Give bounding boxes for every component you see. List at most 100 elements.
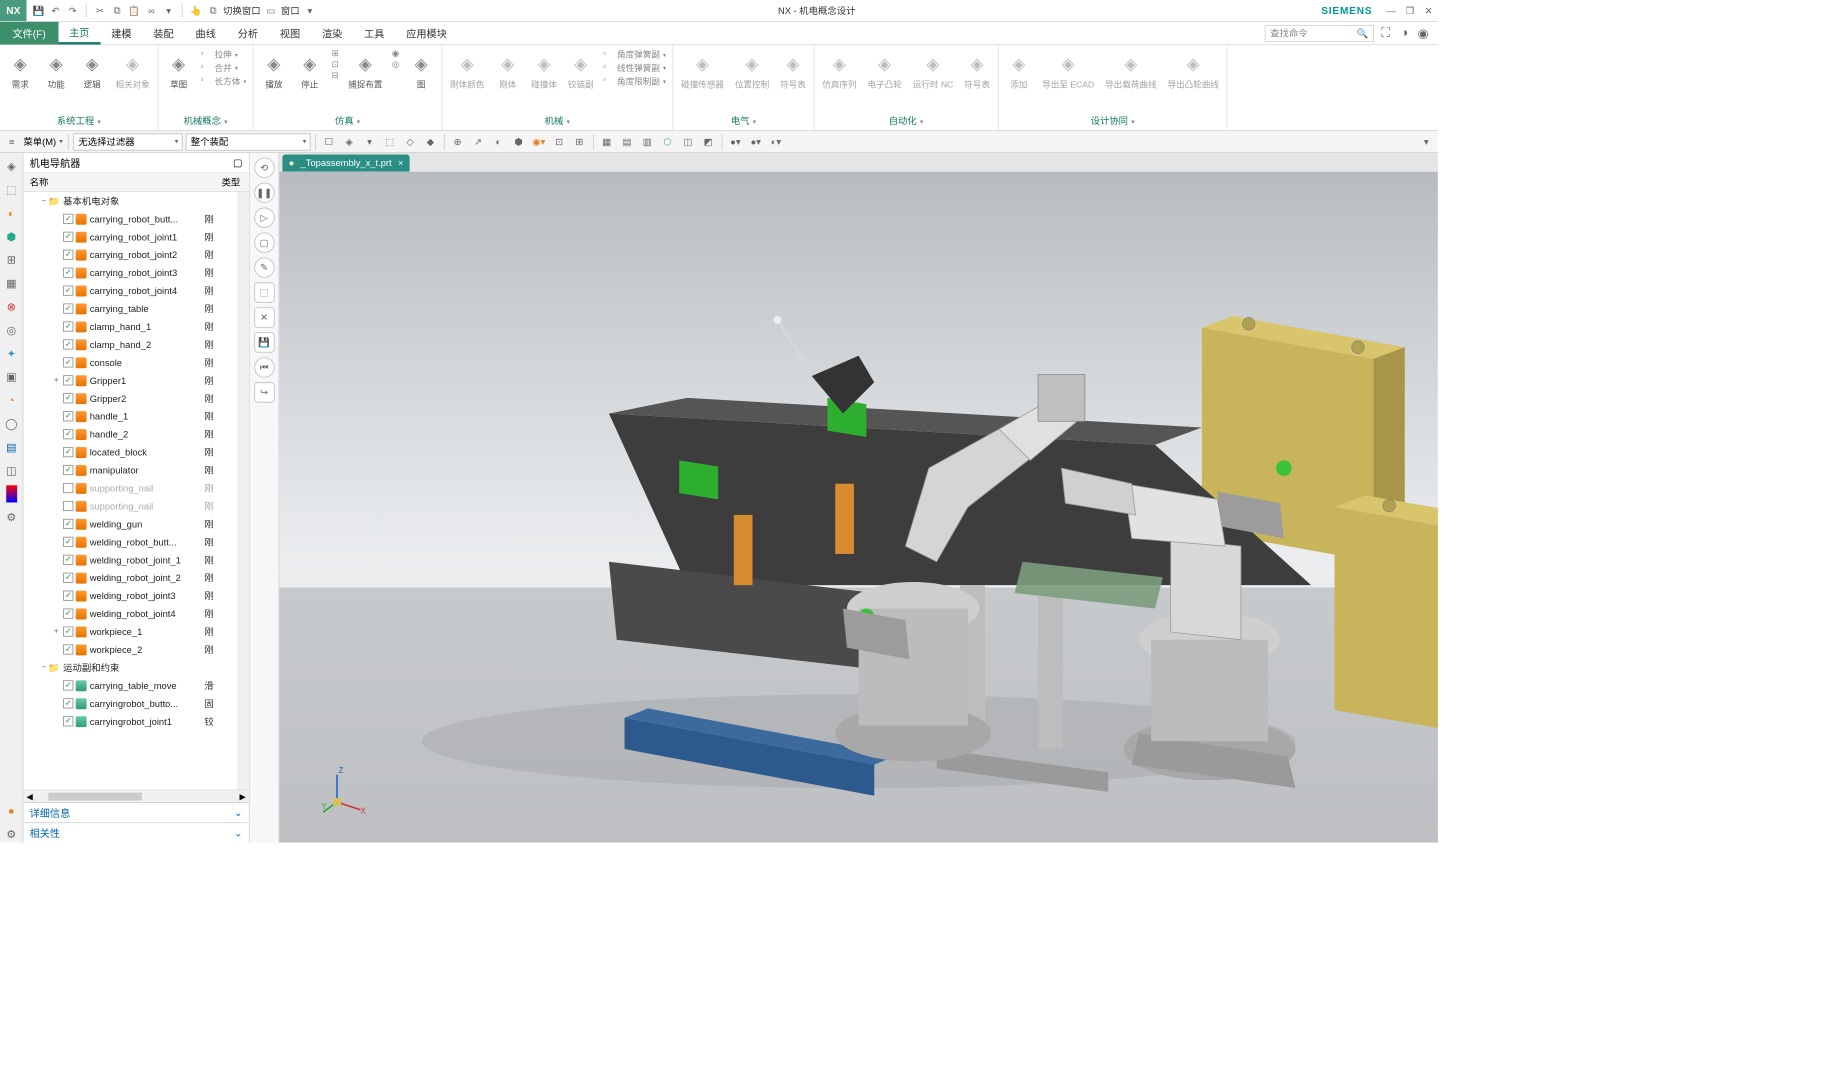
detail-panel-header[interactable]: 详细信息 ⌄ bbox=[23, 802, 248, 822]
tool-icon[interactable]: ◩ bbox=[699, 133, 716, 150]
checkbox[interactable] bbox=[63, 214, 73, 224]
tool-icon[interactable]: ◆ bbox=[422, 133, 439, 150]
touch-icon[interactable]: 👆 bbox=[189, 4, 203, 18]
tree-row[interactable]: carrying_robot_joint3刚 bbox=[23, 264, 237, 282]
ribbon-group-label[interactable]: 系统工程 bbox=[3, 112, 154, 130]
checkbox[interactable] bbox=[63, 680, 73, 690]
tree-row[interactable]: supporting_nail刚 bbox=[23, 497, 237, 515]
rewind-button[interactable]: ⏮ bbox=[254, 357, 274, 377]
file-menu[interactable]: 文件(F) bbox=[0, 22, 58, 45]
tree-row[interactable]: welding_robot_joint_2刚 bbox=[23, 569, 237, 587]
checkbox[interactable] bbox=[63, 555, 73, 565]
ribbon-icon[interactable]: ⊞ bbox=[332, 48, 339, 58]
tool-icon[interactable]: ◇ bbox=[401, 133, 418, 150]
sidebar-icon[interactable]: ▦ bbox=[3, 275, 20, 292]
tree-row[interactable]: clamp_hand_2刚 bbox=[23, 335, 237, 353]
ribbon-small-button[interactable]: ▫角度弹簧副 ▾ bbox=[603, 48, 666, 60]
ribbon-group-label[interactable]: 设计协同 bbox=[1002, 112, 1224, 130]
navigator-dock-icon[interactable]: ▢ bbox=[233, 156, 243, 168]
checkbox[interactable] bbox=[63, 644, 73, 654]
restart-button[interactable]: ⟲ bbox=[254, 158, 274, 178]
tool-icon-dropdown[interactable]: ▾ bbox=[1418, 133, 1435, 150]
fullscreen-icon[interactable]: ⛶ bbox=[1379, 26, 1393, 40]
checkbox[interactable] bbox=[63, 573, 73, 583]
tool-icon[interactable]: ⬢ bbox=[510, 133, 527, 150]
ribbon-group-label[interactable]: 自动化 bbox=[818, 112, 995, 130]
tab-analysis[interactable]: 分析 bbox=[227, 22, 269, 45]
paste-icon[interactable]: 📋 bbox=[127, 4, 141, 18]
checkbox[interactable] bbox=[63, 357, 73, 367]
window-dropdown[interactable]: ▾ bbox=[303, 4, 317, 18]
tree-row[interactable]: carrying_robot_joint4刚 bbox=[23, 282, 237, 300]
tree-row[interactable]: welding_robot_joint4刚 bbox=[23, 605, 237, 623]
sidebar-icon[interactable]: ▤ bbox=[3, 438, 20, 455]
checkbox[interactable] bbox=[63, 411, 73, 421]
ribbon-icon[interactable]: ⊟ bbox=[332, 70, 339, 80]
ribbon-small-button[interactable]: ▫线性弹簧副 ▾ bbox=[603, 62, 666, 74]
tab-curve[interactable]: 曲线 bbox=[185, 22, 227, 45]
checkbox[interactable] bbox=[63, 268, 73, 278]
copy-icon[interactable]: ⧉ bbox=[110, 4, 124, 18]
sidebar-settings-icon[interactable]: ⚙ bbox=[3, 825, 20, 842]
tree-row[interactable]: Gripper2刚 bbox=[23, 389, 237, 407]
tool-icon[interactable]: ⊡ bbox=[550, 133, 567, 150]
3d-canvas[interactable]: Z X Y bbox=[279, 172, 1438, 843]
navigator-tree[interactable]: −📁基本机电对象carrying_robot_butt...刚carrying_… bbox=[23, 192, 237, 790]
checkbox[interactable] bbox=[63, 393, 73, 403]
expander-icon[interactable]: + bbox=[51, 376, 60, 385]
checkbox[interactable] bbox=[63, 483, 73, 493]
checkbox[interactable] bbox=[63, 627, 73, 637]
tree-row[interactable]: workpiece_2刚 bbox=[23, 641, 237, 659]
play-button[interactable]: ▷ bbox=[254, 208, 274, 228]
window-menu-label[interactable]: 窗口 bbox=[281, 4, 300, 17]
cancel-button[interactable]: ✕ bbox=[254, 307, 274, 327]
tree-row[interactable]: carrying_robot_joint1刚 bbox=[23, 228, 237, 246]
tool-icon[interactable]: ⊞ bbox=[571, 133, 588, 150]
ribbon-button[interactable]: ◈需求 bbox=[3, 48, 37, 93]
tree-row[interactable]: carrying_robot_butt...刚 bbox=[23, 210, 237, 228]
checkbox[interactable] bbox=[63, 447, 73, 457]
sidebar-icon[interactable]: ⚙ bbox=[3, 509, 20, 526]
sidebar-icon[interactable]: ◯ bbox=[3, 415, 20, 432]
tree-row[interactable]: −📁运动副和约束 bbox=[23, 658, 237, 676]
checkbox[interactable] bbox=[63, 537, 73, 547]
tool-icon[interactable]: ◈ bbox=[341, 133, 358, 150]
vertical-scrollbar[interactable] bbox=[237, 192, 249, 790]
ribbon-group-label[interactable]: 电气 bbox=[676, 112, 810, 130]
forward-button[interactable]: ↪ bbox=[254, 382, 274, 402]
checkbox[interactable] bbox=[63, 609, 73, 619]
tab-modeling[interactable]: 建模 bbox=[100, 22, 142, 45]
ribbon-icon[interactable]: ⊡ bbox=[332, 59, 339, 69]
tab-app-module[interactable]: 应用模块 bbox=[395, 22, 457, 45]
save-icon[interactable]: 💾 bbox=[31, 4, 45, 18]
tab-assembly[interactable]: 装配 bbox=[142, 22, 184, 45]
checkbox[interactable] bbox=[63, 501, 73, 511]
filter-combo[interactable]: 无选择过滤器 bbox=[73, 133, 182, 150]
tree-row[interactable]: welding_robot_joint3刚 bbox=[23, 587, 237, 605]
ribbon-button[interactable]: ◈捕捉布置 bbox=[343, 48, 387, 93]
minimize-ribbon-icon[interactable]: ◑ bbox=[1397, 26, 1411, 40]
sidebar-icon[interactable]: ⊞ bbox=[3, 251, 20, 268]
pause-button[interactable]: ❚❚ bbox=[254, 183, 274, 203]
checkbox[interactable] bbox=[63, 375, 73, 385]
search-commands-input[interactable]: 查找命令 🔍 bbox=[1265, 25, 1374, 42]
tool-icon[interactable]: ▤ bbox=[618, 133, 635, 150]
checkbox[interactable] bbox=[63, 303, 73, 313]
document-tab[interactable]: ● _Topassembly_x_t.prt × bbox=[282, 154, 409, 171]
undo-icon[interactable]: ↶ bbox=[48, 4, 62, 18]
close-tab-icon[interactable]: × bbox=[398, 158, 403, 169]
tool-icon[interactable]: ⊕ bbox=[449, 133, 466, 150]
tab-tools[interactable]: 工具 bbox=[353, 22, 395, 45]
checkbox[interactable] bbox=[63, 286, 73, 296]
tree-row[interactable]: handle_2刚 bbox=[23, 425, 237, 443]
sidebar-icon[interactable]: ✦ bbox=[3, 345, 20, 362]
ribbon-group-label[interactable]: 机械概念 bbox=[162, 112, 250, 130]
column-type[interactable]: 类型 bbox=[213, 176, 249, 189]
checkbox[interactable] bbox=[63, 321, 73, 331]
tab-render[interactable]: 渲染 bbox=[311, 22, 353, 45]
sidebar-icon[interactable]: ● bbox=[3, 802, 20, 819]
tree-row[interactable]: carrying_robot_joint2刚 bbox=[23, 246, 237, 264]
tree-row[interactable]: clamp_hand_1刚 bbox=[23, 318, 237, 336]
tree-row[interactable]: welding_robot_joint_1刚 bbox=[23, 551, 237, 569]
tool-icon[interactable]: ◐ bbox=[490, 133, 507, 150]
